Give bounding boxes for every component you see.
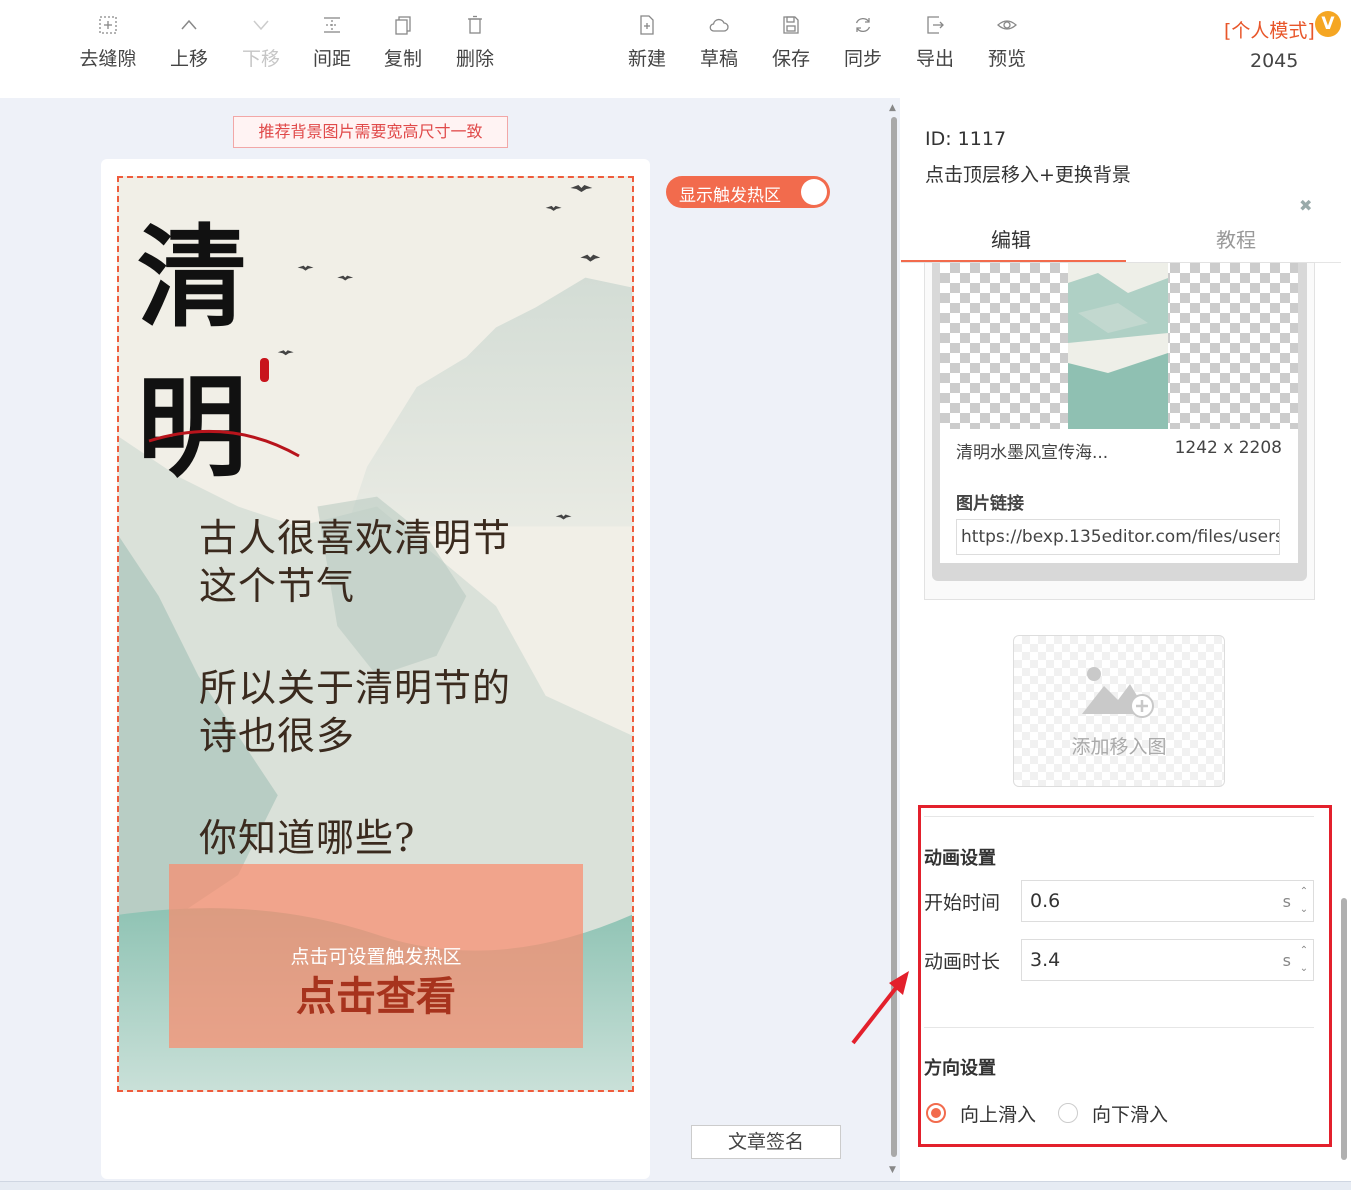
tab-tutorial[interactable]: 教程 xyxy=(1126,224,1346,253)
preview-button[interactable]: 预览 xyxy=(971,14,1043,71)
new-button[interactable]: 新建 xyxy=(611,14,683,71)
panel-scroll-thumb[interactable] xyxy=(1341,898,1347,1160)
delete-button[interactable]: 删除 xyxy=(439,14,511,71)
gap-icon xyxy=(99,16,117,34)
panel-scrollbar[interactable] xyxy=(1339,98,1349,1181)
sync-icon xyxy=(855,17,871,33)
spacing-icon xyxy=(324,17,340,33)
draft-button[interactable]: 草稿 xyxy=(683,14,755,71)
image-info-box: 清明水墨风宣传海... 1242 x 2208 图片链接 https://bex… xyxy=(940,263,1298,563)
add-image-icon xyxy=(1082,667,1154,718)
image-thumbnail xyxy=(1068,263,1168,429)
vip-badge-icon: V xyxy=(1315,11,1341,37)
export-label: 导出 xyxy=(915,48,954,70)
image-link-label: 图片链接 xyxy=(956,494,1024,514)
background-image-card: 清明水墨风宣传海... 1242 x 2208 图片链接 https://bex… xyxy=(924,262,1315,600)
mode-number: 2045 xyxy=(1250,50,1299,72)
remove-gap-label: 去缝隙 xyxy=(79,48,137,70)
annotation-arrow-icon xyxy=(851,971,909,1045)
hotzone-toggle-label: 显示触发热区 xyxy=(679,186,781,206)
view-button-text: 点击查看 xyxy=(296,973,456,1020)
personal-mode-link[interactable]: [个人模式] xyxy=(1224,16,1315,43)
add-move-in-image-button[interactable]: 添加移入图 xyxy=(1013,635,1225,787)
move-up-label: 上移 xyxy=(169,48,208,70)
image-card-frame: 清明水墨风宣传海... 1242 x 2208 图片链接 https://bex… xyxy=(932,263,1307,581)
sync-button[interactable]: 同步 xyxy=(827,14,899,71)
spacing-button[interactable]: 间距 xyxy=(296,14,368,71)
copy-icon xyxy=(395,16,411,35)
copy-button[interactable]: 复制 xyxy=(367,14,439,71)
trigger-hotzone[interactable]: 点击可设置触发热区 点击查看 xyxy=(169,864,583,1048)
move-down-label: 下移 xyxy=(241,48,280,70)
hotzone-toggle[interactable]: 显示触发热区 xyxy=(666,176,830,208)
remove-gap-button[interactable]: 去缝隙 xyxy=(72,14,144,71)
image-preview[interactable] xyxy=(940,263,1298,429)
scroll-down-arrow-icon[interactable]: ▼ xyxy=(889,1165,896,1175)
tab-edit[interactable]: 编辑 xyxy=(901,224,1121,253)
save-icon xyxy=(783,16,799,34)
poster-canvas[interactable]: 清 明 古人很喜欢清明节 这个节气 所以关于清明节的 诗也很多 你知道哪些? 点… xyxy=(117,176,634,1092)
draft-label: 草稿 xyxy=(699,48,738,70)
new-file-icon xyxy=(640,15,654,35)
image-link-field[interactable]: https://bexp.135editor.com/files/users/0… xyxy=(956,519,1280,555)
save-label: 保存 xyxy=(771,48,810,70)
red-brush-stroke xyxy=(148,429,300,458)
element-subtitle: 点击顶层移入+更换背景 xyxy=(925,164,1131,186)
scroll-up-arrow-icon[interactable]: ▲ xyxy=(889,103,896,113)
image-filename: 清明水墨风宣传海... xyxy=(956,443,1109,463)
poster-line-1: 古人很喜欢清明节 xyxy=(199,516,512,560)
image-dimensions: 1242 x 2208 xyxy=(1174,438,1282,458)
delete-label: 删除 xyxy=(455,48,494,70)
new-label: 新建 xyxy=(627,48,666,70)
poster-line-4: 诗也很多 xyxy=(199,714,356,758)
export-button[interactable]: 导出 xyxy=(899,14,971,71)
chevron-down-icon xyxy=(253,20,269,31)
trash-icon xyxy=(468,15,482,34)
move-down-button[interactable]: 下移 xyxy=(225,14,297,71)
calligraphy-qing: 清 xyxy=(137,213,247,342)
add-image-label: 添加移入图 xyxy=(1071,736,1167,758)
sync-label: 同步 xyxy=(843,48,882,70)
poster-line-5: 你知道哪些? xyxy=(199,816,416,860)
eye-icon xyxy=(997,20,1017,30)
tools-icon[interactable]: ✖ xyxy=(1299,196,1312,215)
poster-line-3: 所以关于清明节的 xyxy=(199,666,512,710)
spacing-label: 间距 xyxy=(312,48,351,70)
poster-line-2: 这个节气 xyxy=(199,564,356,608)
save-button[interactable]: 保存 xyxy=(755,14,827,71)
background-size-tip: 推荐背景图片需要宽高尺寸一致 xyxy=(233,116,508,148)
cloud-icon xyxy=(709,18,729,32)
red-seal-mark xyxy=(260,358,269,382)
preview-label: 预览 xyxy=(987,48,1026,70)
element-id: ID: 1117 xyxy=(925,128,1007,150)
chevron-up-icon xyxy=(181,19,197,30)
export-icon xyxy=(927,16,944,34)
panel-tabs: 编辑 教程 xyxy=(901,216,1341,263)
article-signature-button[interactable]: 文章签名 xyxy=(691,1125,841,1159)
move-up-button[interactable]: 上移 xyxy=(153,14,225,71)
copy-label: 复制 xyxy=(383,48,422,70)
toggle-knob xyxy=(801,179,827,205)
annotation-highlight-box xyxy=(918,805,1332,1147)
top-toolbar: 去缝隙 上移 下移 间距 复制 删除 新建 草稿 保存 同步 导出 预览 [个人… xyxy=(0,0,1351,98)
